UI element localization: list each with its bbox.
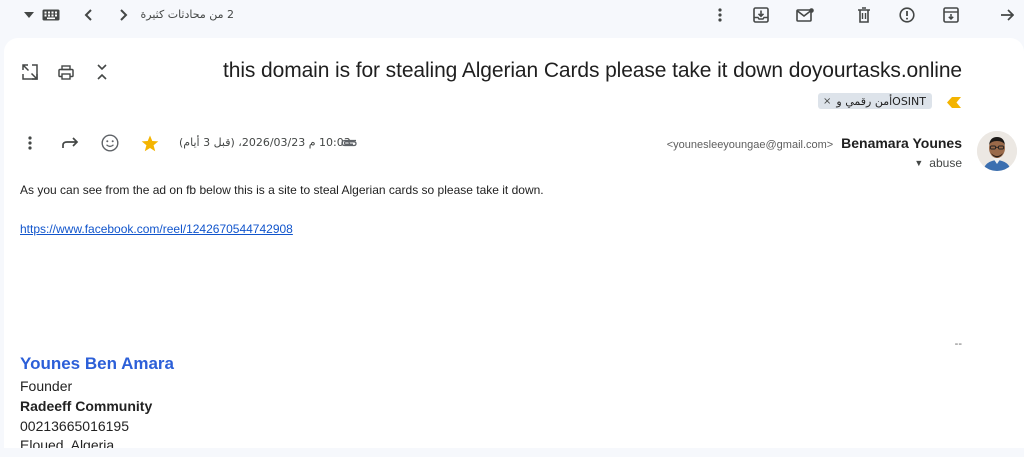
emoji-reaction-icon[interactable]: [99, 132, 121, 154]
back-arrow-icon[interactable]: [996, 0, 1018, 30]
print-icon[interactable]: [56, 62, 76, 82]
chevron-left-icon[interactable]: [78, 0, 98, 30]
signature-phone: 00213665016195: [20, 418, 130, 434]
email-card: this domain is for stealing Algerian Car…: [4, 38, 1024, 448]
forward-icon[interactable]: [59, 134, 81, 152]
recipient-name: abuse: [929, 156, 962, 170]
label-chip[interactable]: × أمن رقمي وOSINT: [818, 93, 932, 109]
star-icon[interactable]: [139, 132, 161, 154]
report-spam-icon[interactable]: [896, 0, 918, 30]
open-new-window-icon[interactable]: [20, 62, 40, 82]
avatar[interactable]: [977, 131, 1017, 171]
mark-unread-icon[interactable]: [794, 0, 816, 30]
recipient-line[interactable]: ▼ abuse: [914, 156, 962, 170]
conversation-counter: 2 من محادثات كثيرة: [140, 8, 234, 21]
delete-icon[interactable]: [853, 0, 875, 30]
sender-line: <younesleeyoungae@gmail.com> Benamara Yo…: [667, 135, 962, 151]
signature-separator: --: [954, 338, 962, 350]
signature-location: Eloued, Algeria: [20, 437, 115, 448]
more-options-icon[interactable]: [22, 134, 38, 152]
archive-icon[interactable]: [940, 0, 962, 30]
move-to-inbox-icon[interactable]: [750, 0, 772, 30]
email-date: 10:03 م 2026/03/23، (قبل 3 أيام): [179, 136, 351, 149]
email-body-text: As you can see from the ad on fb below t…: [20, 183, 544, 197]
keyboard-icon[interactable]: [40, 0, 62, 30]
sender-name[interactable]: Benamara Younes: [841, 135, 962, 151]
signature-name[interactable]: Younes Ben Amara: [20, 354, 174, 374]
label-chip-text: أمن رقمي وOSINT: [836, 94, 926, 108]
signature-org: Radeeff Community: [20, 398, 153, 414]
top-toolbar: 2 من محادثات كثيرة: [0, 0, 1024, 30]
chevron-right-icon[interactable]: [114, 0, 134, 30]
signature-role: Founder: [20, 378, 73, 394]
importance-marker-icon[interactable]: [947, 95, 961, 113]
attachment-icon: [339, 135, 359, 149]
more-vert-icon[interactable]: [710, 0, 730, 30]
recipient-dropdown-icon[interactable]: ▼: [914, 158, 923, 168]
remove-label-icon[interactable]: ×: [823, 96, 831, 107]
dropdown-caret-icon[interactable]: [22, 0, 36, 30]
facebook-reel-link[interactable]: https://www.facebook.com/reel/1242670544…: [20, 222, 293, 236]
sender-email[interactable]: <younesleeyoungae@gmail.com>: [667, 139, 834, 151]
email-subject: this domain is for stealing Algerian Car…: [223, 59, 962, 82]
collapse-all-icon[interactable]: [92, 60, 112, 84]
